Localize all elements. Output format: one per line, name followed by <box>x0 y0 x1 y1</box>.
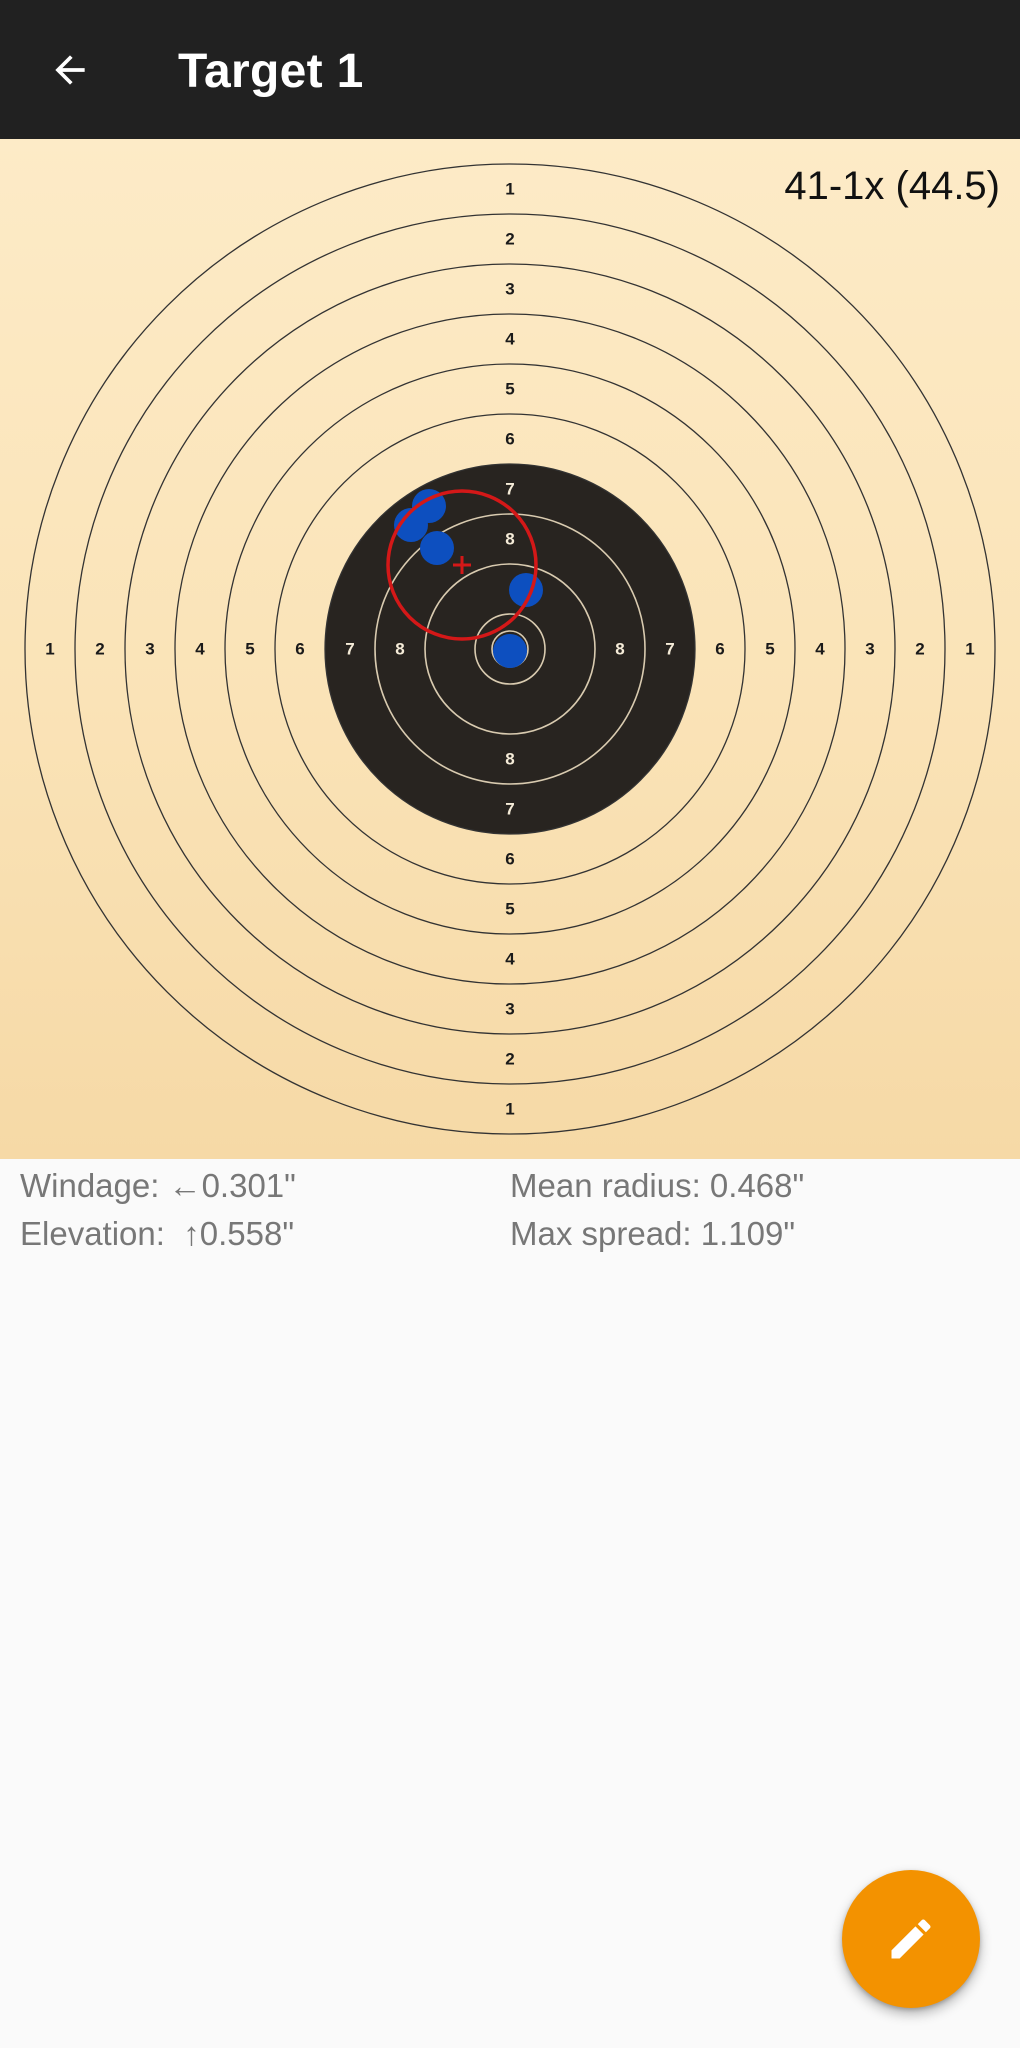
ring-label-2-right: 2 <box>915 640 924 659</box>
ring-label-8-top: 8 <box>505 530 514 549</box>
ring-label-6-top: 6 <box>505 430 514 449</box>
ring-label-1-right: 1 <box>965 640 974 659</box>
ring-label-6-right: 6 <box>715 640 724 659</box>
ring-label-4-right: 4 <box>815 640 825 659</box>
ring-label-8-left: 8 <box>395 640 404 659</box>
target-face: 1 1 1 1 2 2 2 2 3 3 3 3 4 4 4 4 5 5 5 5 6 6 6 6 7 7 7 7 8 8 8 8 <box>24 163 996 1135</box>
ring-label-6-bottom: 6 <box>505 850 514 869</box>
target-view[interactable]: 1 1 1 1 2 2 2 2 3 3 3 3 4 4 4 4 5 5 5 5 6 6 6 6 7 7 7 7 8 8 8 8 41-1x (… <box>0 139 1020 1159</box>
ring-label-7-left: 7 <box>345 640 354 659</box>
ring-label-8-bottom: 8 <box>505 750 514 769</box>
ring-label-1-top: 1 <box>505 180 514 199</box>
ring-label-2-left: 2 <box>95 640 104 659</box>
ring-label-7-bottom: 7 <box>505 800 514 819</box>
ring-label-3-right: 3 <box>865 640 874 659</box>
ring-label-1-bottom: 1 <box>505 1100 514 1119</box>
mean-radius-stat: Mean radius: 0.468" <box>510 1167 805 1204</box>
elevation-stat: Elevation: ↑0.558" <box>20 1215 295 1252</box>
ring-label-4-bottom: 4 <box>505 950 515 969</box>
back-button[interactable] <box>30 30 110 110</box>
edit-button[interactable] <box>842 1870 980 2008</box>
ring-label-8-right: 8 <box>615 640 624 659</box>
ring-label-6-left: 6 <box>295 640 304 659</box>
ring-label-5-bottom: 5 <box>505 900 514 919</box>
score-label: 41-1x (44.5) <box>784 164 1000 208</box>
ring-label-1-left: 1 <box>45 640 54 659</box>
ring-label-4-left: 4 <box>195 640 205 659</box>
shot-hole-5 <box>493 634 527 668</box>
page-title: Target 1 <box>178 45 364 98</box>
ring-label-4-top: 4 <box>505 330 515 349</box>
ring-label-5-top: 5 <box>505 380 514 399</box>
ring-label-5-right: 5 <box>765 640 774 659</box>
ring-label-3-top: 3 <box>505 280 514 299</box>
app-bar: Target 1 <box>0 0 1020 139</box>
ring-label-3-bottom: 3 <box>505 1000 514 1019</box>
ring-label-7-top: 7 <box>505 480 514 499</box>
ring-label-2-bottom: 2 <box>505 1050 514 1069</box>
arrow-back-icon <box>55 55 85 85</box>
stats-panel: Windage: ←0.301" Elevation: ↑0.558" Mean… <box>0 1159 1020 1269</box>
ring-label-2-top: 2 <box>505 230 514 249</box>
max-spread-stat: Max spread: 1.109" <box>510 1215 796 1252</box>
ring-label-7-right: 7 <box>665 640 674 659</box>
ring-label-5-left: 5 <box>245 640 254 659</box>
windage-stat: Windage: ←0.301" <box>20 1167 296 1204</box>
edit-pencil-icon <box>891 1919 931 1959</box>
shot-hole-3 <box>420 531 454 565</box>
ring-label-3-left: 3 <box>145 640 154 659</box>
